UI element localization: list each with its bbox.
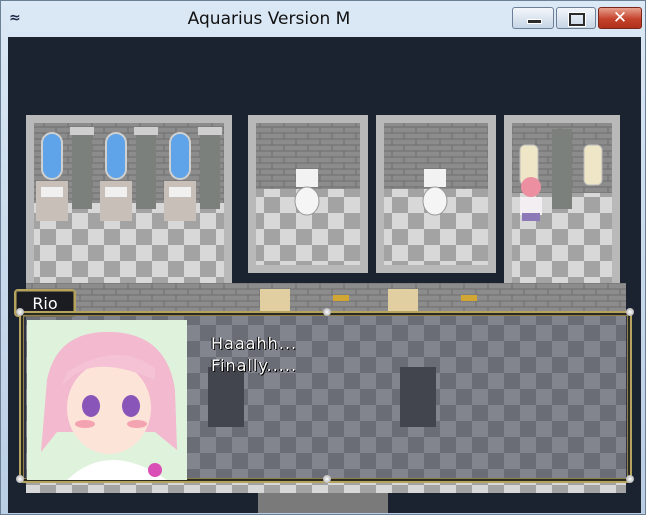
dialog-text: Haaahh... Finally.....: [211, 334, 297, 375]
frame-stud: [16, 475, 24, 483]
maximize-icon: [569, 13, 585, 26]
sink: [36, 181, 196, 221]
frame-stud: [323, 308, 331, 316]
frame-stud: [626, 308, 634, 316]
app-window: ≈ Aquarius Version M ✕ Rio Haaahh... Fin…: [0, 0, 646, 515]
maximize-button[interactable]: [556, 7, 596, 29]
character-portrait: [27, 320, 187, 480]
dialog-window[interactable]: Haaahh... Finally.....: [16, 308, 634, 483]
frame-stud: [323, 475, 331, 483]
toilet-stall-left: [248, 115, 368, 273]
minimize-button[interactable]: [512, 7, 554, 29]
close-button[interactable]: ✕: [598, 7, 642, 29]
title-bar[interactable]: ≈ Aquarius Version M ✕: [1, 1, 645, 37]
close-icon: ✕: [612, 8, 628, 28]
frame-stud: [16, 308, 24, 316]
game-viewport[interactable]: Rio Haaahh... Finally.....: [8, 37, 641, 513]
player-character: [520, 177, 542, 221]
window-title: Aquarius Version M: [187, 9, 351, 29]
frame-stud: [626, 475, 634, 483]
toilet-stall-right: [376, 115, 496, 273]
minimize-icon: [527, 19, 542, 24]
